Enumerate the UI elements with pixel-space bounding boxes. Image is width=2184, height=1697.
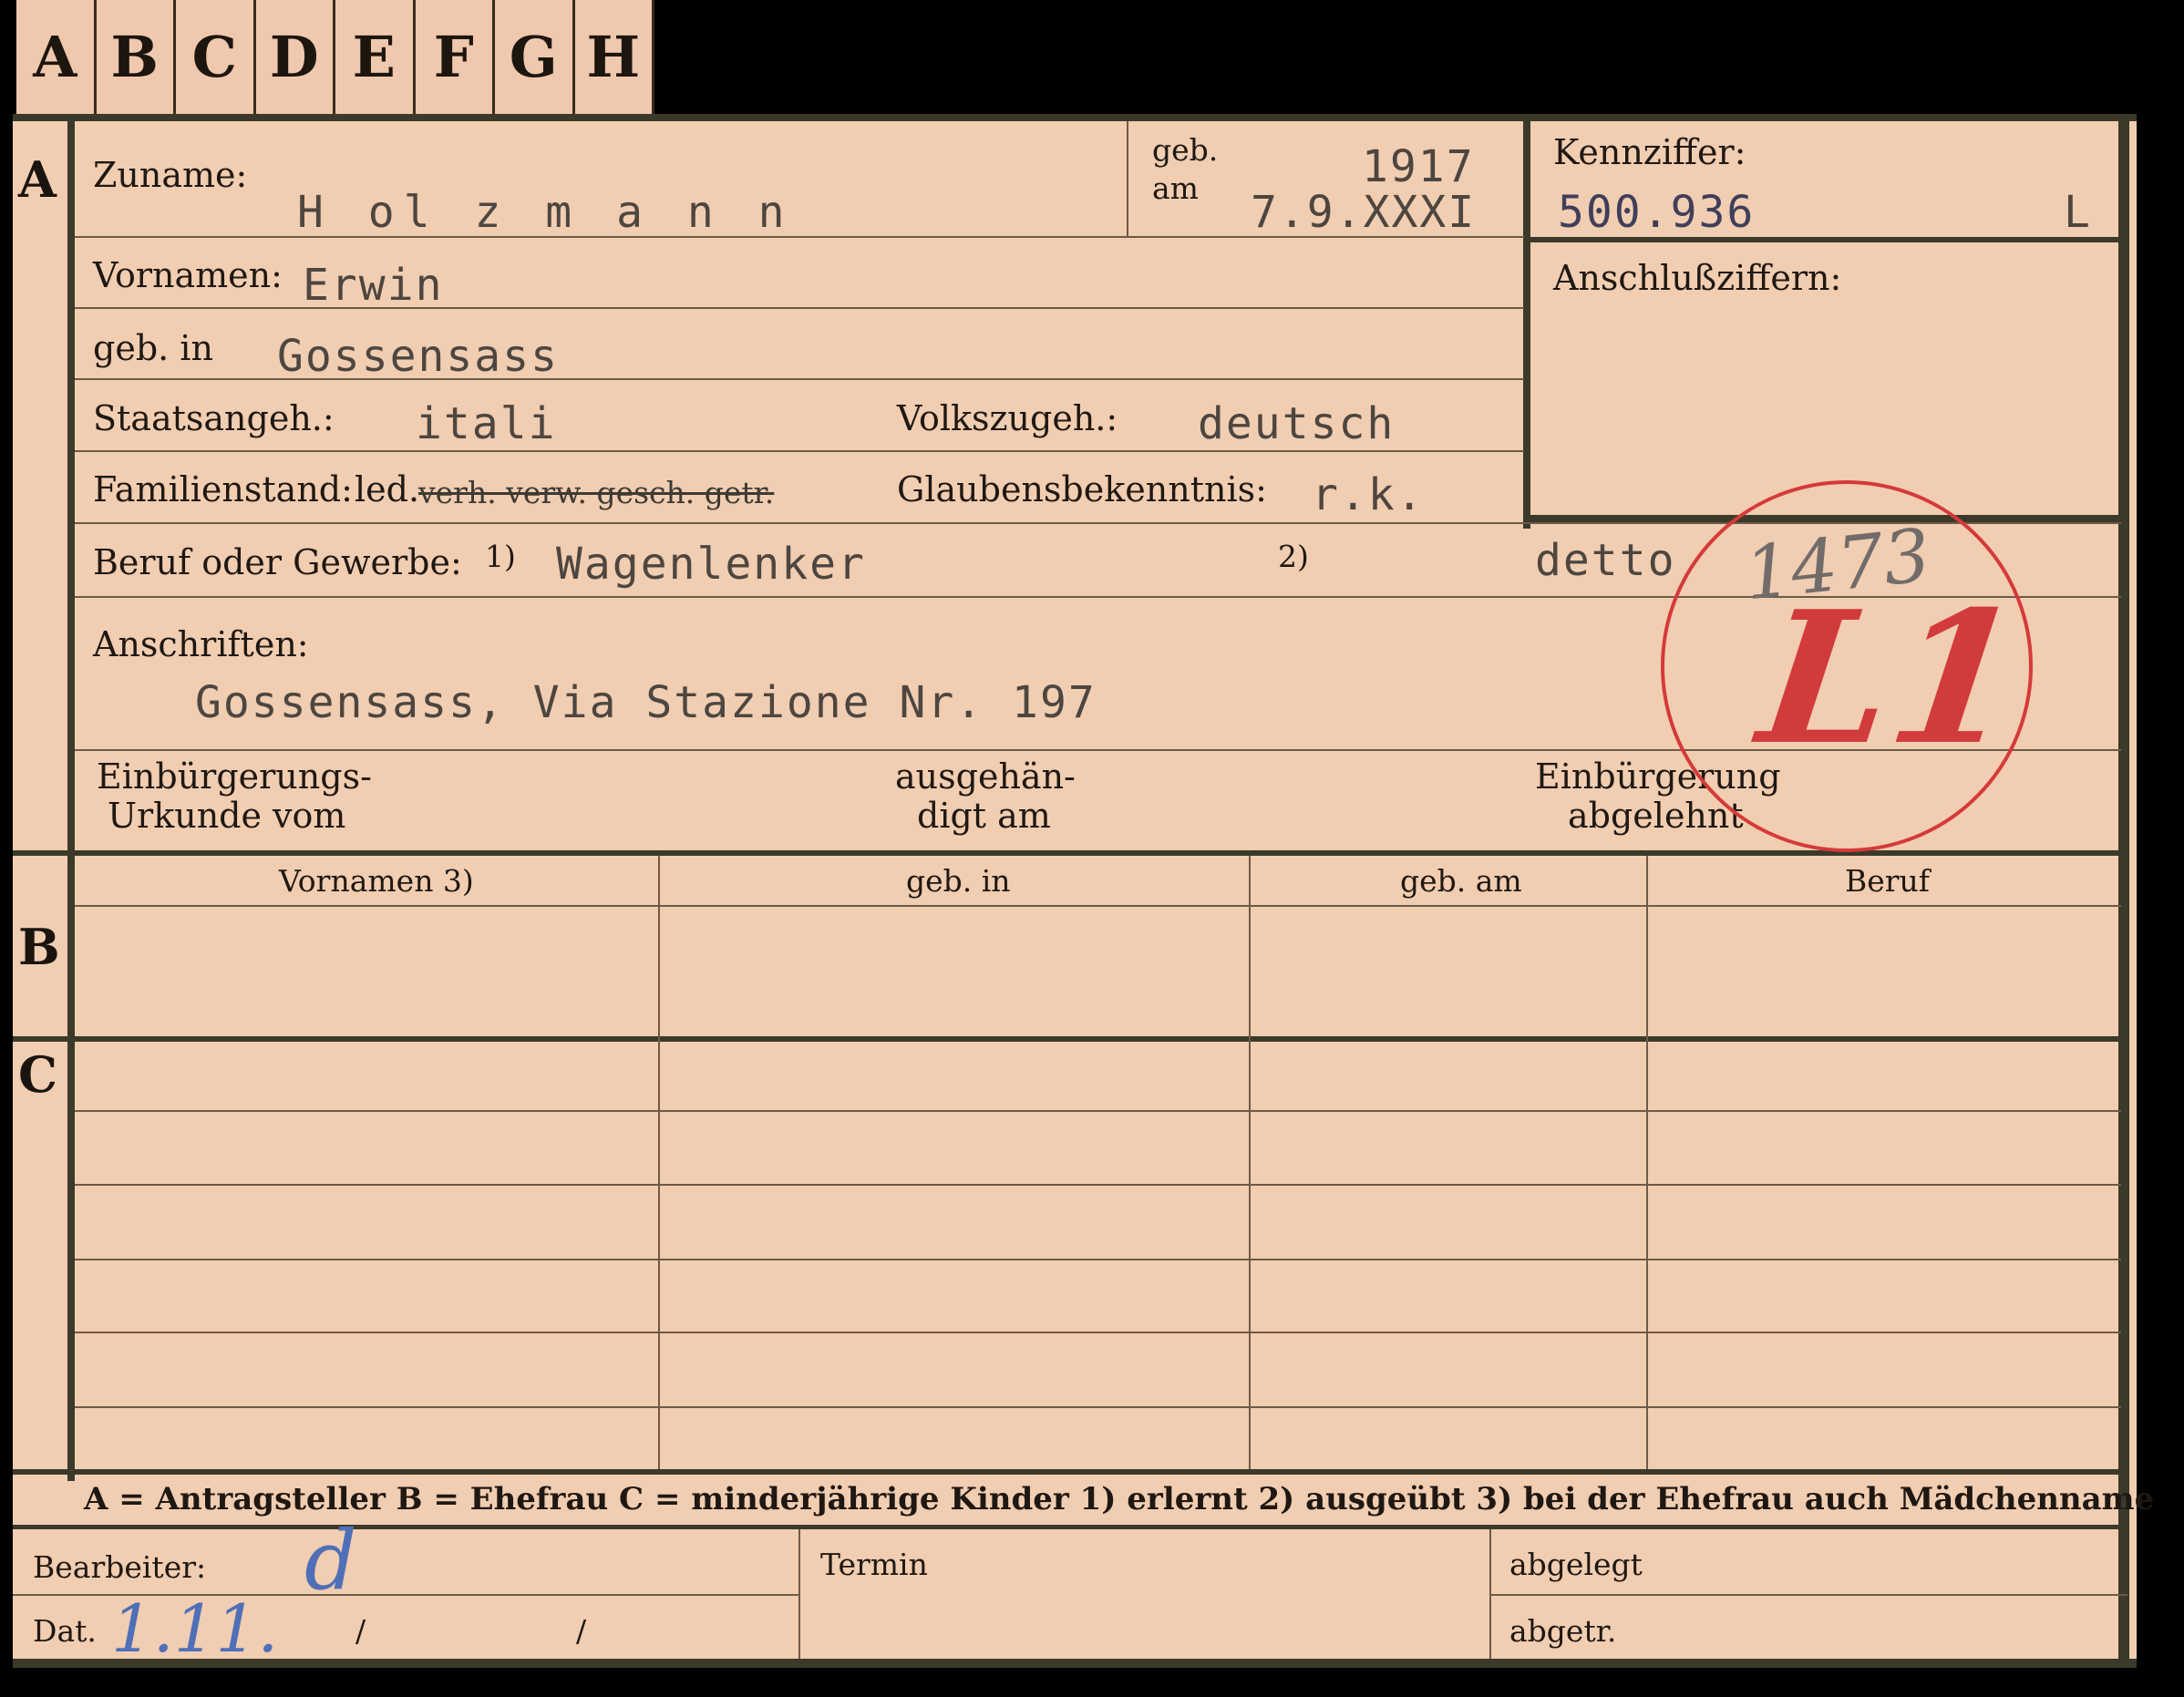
firstname-value: Erwin — [303, 260, 444, 311]
naturalization-label-2: Urkunde vom — [108, 796, 346, 836]
filed-label: abgelegt — [1509, 1547, 1643, 1582]
birth-label-1: geb. — [1152, 132, 1219, 168]
address-value: Gossensass, Via Stazione Nr. 197 — [195, 677, 1097, 728]
citizenship-value: itali — [416, 398, 557, 449]
clerk-signature: d — [304, 1513, 357, 1609]
surname-label: Zuname: — [93, 155, 248, 195]
rejected-label-2: abgelehnt — [1568, 796, 1744, 836]
table-header-firstnames: Vornamen 3) — [279, 863, 474, 899]
section-b-bottom — [13, 1036, 2127, 1042]
bottom-border — [13, 1659, 2137, 1668]
tab-b[interactable]: B — [96, 0, 176, 114]
right-border — [2118, 114, 2129, 1668]
table-header-occupation: Beruf — [1845, 863, 1931, 899]
occupation-practiced-value: detto — [1535, 535, 1676, 586]
marital-status-value: led. — [355, 469, 420, 509]
table-header-birthplace: geb. in — [906, 863, 1011, 899]
date-label: Dat. — [33, 1613, 97, 1649]
birth-date: 7.9.XXXI — [1251, 187, 1477, 238]
ethnicity-value: deutsch — [1198, 398, 1396, 449]
handed-over-label-1: ausgehän- — [895, 756, 1076, 797]
table-row — [75, 1332, 2121, 1333]
clerk-label: Bearbeiter: — [33, 1549, 207, 1585]
date-value: 1.11. — [111, 1590, 279, 1667]
letter-tabs: A B C D E F G H — [16, 0, 654, 114]
table-row — [75, 1259, 2121, 1260]
tab-h[interactable]: H — [574, 0, 654, 114]
birthplace-value: Gossensass — [277, 331, 559, 382]
address-label: Anschriften: — [93, 624, 309, 664]
table-row — [75, 1110, 2121, 1112]
firstname-label: Vornamen: — [93, 255, 283, 295]
birth-year: 1917 — [1362, 141, 1475, 192]
marital-status-label: Familienstand: — [93, 469, 353, 509]
religion-label: Glaubensbekenntnis: — [897, 469, 1267, 509]
tab-a[interactable]: A — [16, 0, 97, 114]
id-box-left — [1523, 118, 1530, 529]
tab-d[interactable]: D — [255, 0, 335, 114]
handed-over-label-2: digt am — [917, 796, 1051, 836]
religion-value: r.k. — [1312, 469, 1425, 520]
section-b-label: B — [18, 918, 60, 976]
left-margin-rule — [67, 114, 75, 1481]
table-header-birthdate: geb. am — [1400, 863, 1522, 899]
date-separator-1: / — [355, 1613, 366, 1649]
id-number-suffix: L — [2064, 187, 2092, 238]
top-border — [13, 114, 2137, 121]
id-number-label: Kennziffer: — [1553, 132, 1746, 172]
tab-c[interactable]: C — [176, 0, 256, 114]
deadline-label: Termin — [820, 1547, 928, 1582]
citizenship-label: Staatsangeh.: — [93, 398, 335, 438]
ethnicity-label: Volkszugeh.: — [897, 398, 1118, 438]
occupation-note-1: 1) — [485, 539, 516, 574]
marital-status-struck: verh. verw. gesch. getr. — [418, 475, 775, 510]
birth-label-2: am — [1152, 170, 1199, 206]
naturalization-label-1: Einbürgerungs- — [97, 756, 372, 797]
date-separator-2: / — [576, 1613, 587, 1649]
surname-value: H ol z m a n n — [297, 187, 794, 238]
occupation-label: Beruf oder Gewerbe: — [93, 542, 462, 582]
registration-card: A Zuname: H ol z m a n n geb. am 1917 7.… — [13, 114, 2154, 1668]
section-c-bottom — [13, 1469, 2127, 1475]
tab-f[interactable]: F — [415, 0, 495, 114]
tab-g[interactable]: G — [495, 0, 575, 114]
table-row — [75, 1184, 2121, 1186]
removed-label: abgetr. — [1509, 1613, 1617, 1649]
section-a-label: A — [18, 150, 57, 209]
birthplace-label: geb. in — [93, 328, 213, 368]
id-number-value: 500.936 — [1558, 187, 1756, 238]
section-c-label: C — [18, 1045, 57, 1104]
tab-e[interactable]: E — [335, 0, 416, 114]
occupation-learned-value: Wagenlenker — [556, 539, 866, 590]
connection-numbers-label: Anschlußziffern: — [1553, 258, 1842, 298]
legend: A = Antragsteller B = Ehefrau C = minder… — [84, 1481, 2155, 1517]
table-row — [75, 1406, 2121, 1408]
occupation-note-2: 2) — [1278, 539, 1309, 574]
section-a-bottom — [13, 850, 2127, 856]
